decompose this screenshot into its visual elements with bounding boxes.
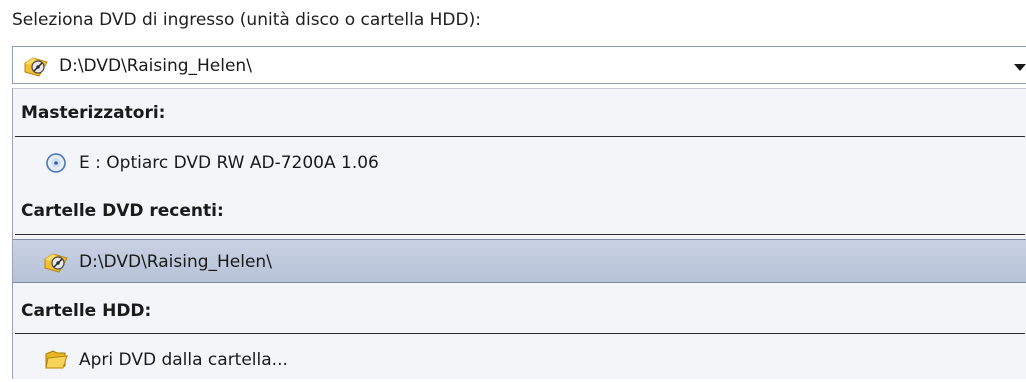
input-dvd-label: Seleziona DVD di ingresso (unità disco o…: [12, 10, 481, 30]
list-item-recent-raising-helen[interactable]: D:\DVD\Raising_Helen\: [13, 239, 1026, 283]
list-item-open-dvd-from-folder[interactable]: Apri DVD dalla cartella...: [13, 338, 1026, 382]
combobox-value: D:\DVD\Raising_Helen\: [59, 56, 252, 76]
group-header-burners: Masterizzatori:: [21, 103, 166, 123]
dvd-folder-icon: [43, 250, 69, 274]
group-divider: [15, 333, 1025, 334]
dropdown-arrow-icon[interactable]: [1014, 64, 1026, 71]
group-divider: [15, 136, 1025, 137]
group-header-hdd-folders: Cartelle HDD:: [21, 301, 152, 321]
group-header-recent-folders: Cartelle DVD recenti:: [21, 201, 224, 221]
list-item-label: E : Optiarc DVD RW AD-7200A 1.06: [79, 153, 379, 173]
list-item-label: Apri DVD dalla cartella...: [79, 350, 288, 370]
group-divider: [15, 234, 1025, 235]
open-folder-icon: [43, 348, 69, 372]
input-dvd-combobox[interactable]: D:\DVD\Raising_Helen\: [12, 46, 1026, 84]
list-item-burner-e[interactable]: E : Optiarc DVD RW AD-7200A 1.06: [13, 141, 1026, 185]
list-item-label: D:\DVD\Raising_Helen\: [79, 252, 272, 272]
dvd-folder-icon: [23, 54, 49, 78]
optical-drive-icon: [43, 151, 69, 175]
dvd-source-dropdown-list: Masterizzatori: E : Optiarc DVD RW AD-72…: [12, 88, 1026, 379]
